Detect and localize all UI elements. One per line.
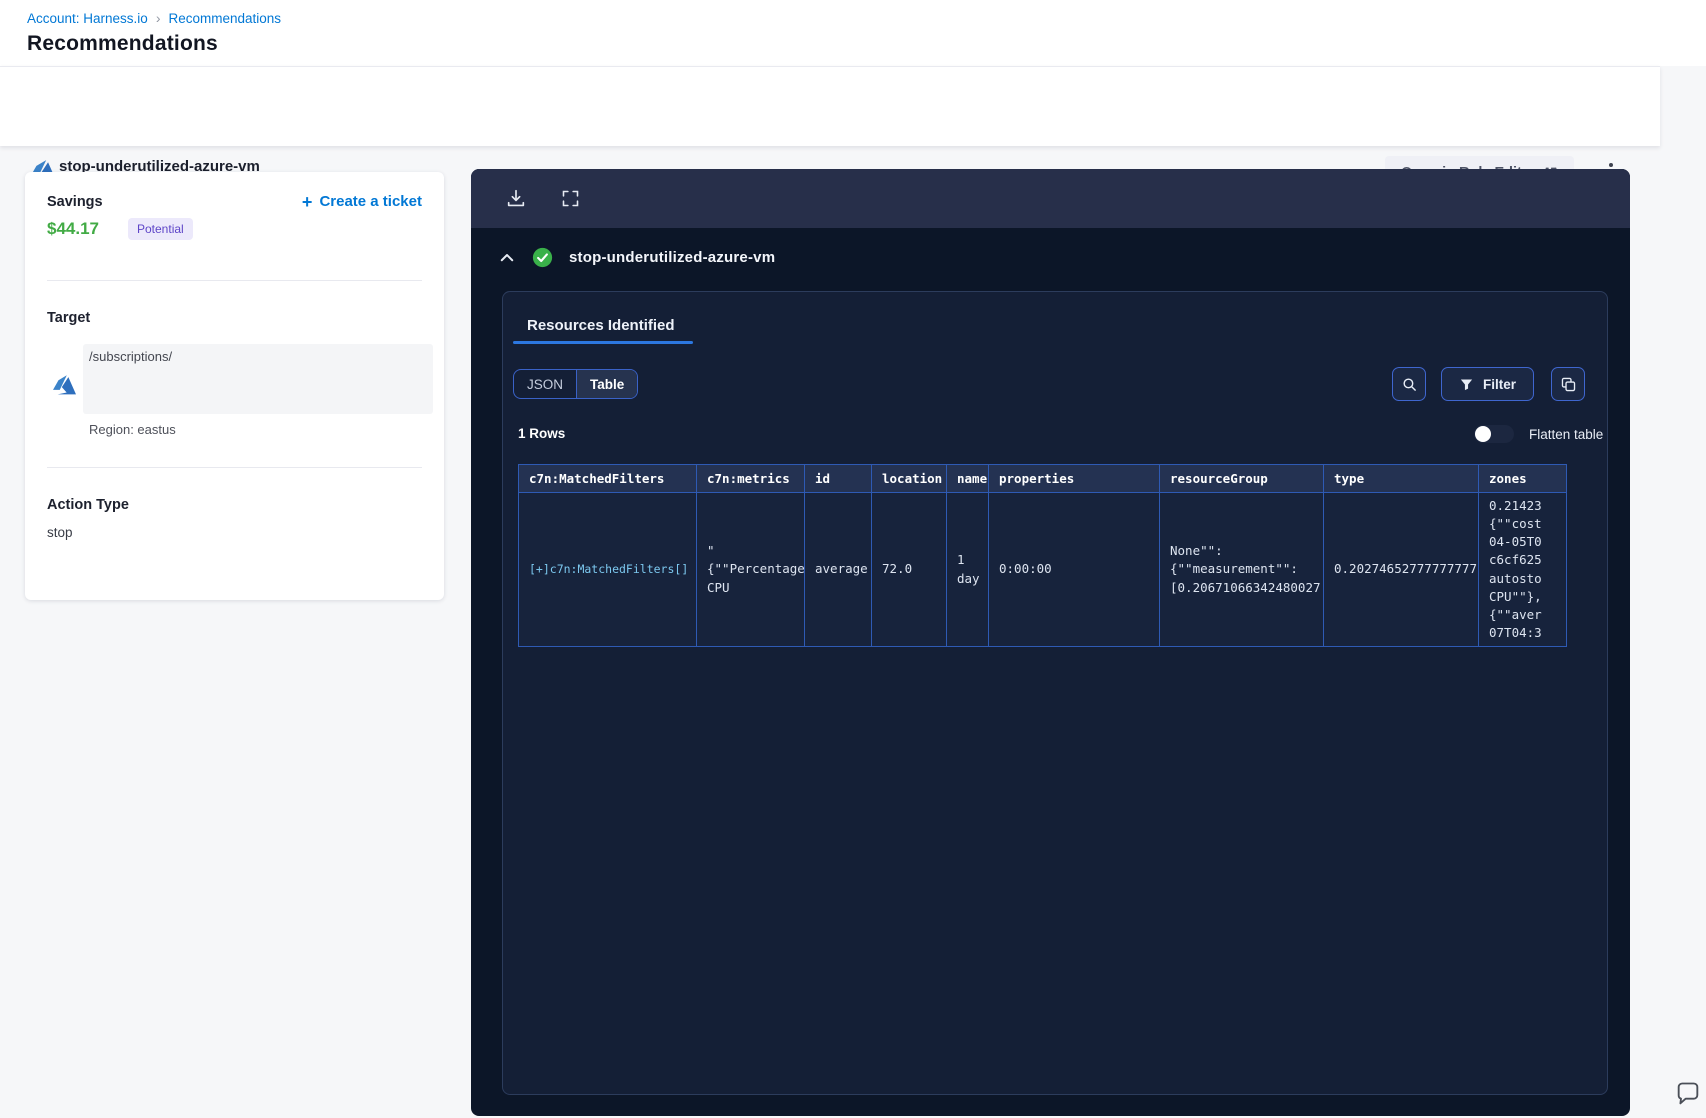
target-label: Target bbox=[47, 310, 91, 326]
action-type-label: Action Type bbox=[47, 497, 129, 513]
feedback-bubble-icon[interactable] bbox=[1674, 1080, 1702, 1108]
page-title: Recommendations bbox=[27, 32, 218, 55]
cell-name: 1 day bbox=[946, 493, 988, 647]
flatten-table-label: Flatten table bbox=[1529, 426, 1604, 442]
funnel-icon bbox=[1459, 377, 1474, 392]
recommendation-header-card: stop-underutilized-azure-vm Last evaluat… bbox=[0, 66, 1660, 191]
fullscreen-icon[interactable] bbox=[560, 188, 581, 209]
potential-badge: Potential bbox=[128, 218, 193, 240]
tab-resources-identified[interactable]: Resources Identified bbox=[527, 317, 675, 334]
top-header: Account: Harness.io › Recommendations Re… bbox=[0, 0, 1706, 66]
target-region: Region: eastus bbox=[89, 422, 176, 437]
cell-location: 72.0 bbox=[871, 493, 946, 647]
resources-card: Resources Identified JSON Table Filter 1… bbox=[502, 291, 1608, 1095]
create-ticket-label: Create a ticket bbox=[319, 193, 422, 210]
cell-id: average bbox=[804, 493, 871, 647]
json-view-button[interactable]: JSON bbox=[514, 370, 576, 398]
panel-title-row: stop-underutilized-azure-vm bbox=[498, 247, 775, 268]
divider bbox=[47, 280, 422, 281]
success-check-icon bbox=[532, 247, 553, 268]
cell-metrics: " {""Percentage CPU bbox=[696, 493, 804, 647]
plus-icon: + bbox=[301, 191, 313, 212]
column-header[interactable]: properties bbox=[988, 464, 1159, 493]
target-path: /subscriptions/ bbox=[89, 349, 173, 364]
rows-count: 1 Rows bbox=[518, 426, 566, 441]
breadcrumb-recommendations-link[interactable]: Recommendations bbox=[168, 11, 281, 26]
view-mode-toggle: JSON Table bbox=[513, 369, 639, 399]
savings-label: Savings bbox=[47, 194, 103, 210]
download-icon[interactable] bbox=[505, 188, 527, 210]
column-header[interactable]: name bbox=[946, 464, 988, 493]
savings-card: Savings + Create a ticket $44.17 Potenti… bbox=[25, 172, 444, 600]
table-view-button[interactable]: Table bbox=[576, 370, 638, 398]
panel-toolbar bbox=[471, 169, 1630, 228]
flatten-table-toggle[interactable] bbox=[1474, 425, 1514, 443]
column-header[interactable]: c7n:metrics bbox=[696, 464, 804, 493]
cell-type: 0.20274652777777777 bbox=[1323, 493, 1478, 647]
filter-button[interactable]: Filter bbox=[1441, 367, 1534, 401]
cell-zones: 0.21423 {""cost 04-05T0 c6cf625 autosto … bbox=[1478, 493, 1566, 647]
table-row: [+]c7n:MatchedFilters[] " {""Percentage … bbox=[518, 493, 1566, 647]
column-header[interactable]: id bbox=[804, 464, 871, 493]
action-type-value: stop bbox=[47, 525, 73, 540]
column-header[interactable]: resourceGroup bbox=[1159, 464, 1323, 493]
savings-amount: $44.17 bbox=[47, 219, 99, 238]
results-panel: stop-underutilized-azure-vm Resources Id… bbox=[471, 169, 1630, 1116]
column-header[interactable]: c7n:MatchedFilters bbox=[518, 464, 696, 493]
matched-filters-expand-link[interactable]: [+]c7n:MatchedFilters[] bbox=[518, 493, 696, 647]
filter-label: Filter bbox=[1482, 376, 1516, 392]
create-ticket-button[interactable]: + Create a ticket bbox=[301, 191, 422, 212]
tab-active-underline bbox=[513, 341, 693, 344]
breadcrumb: Account: Harness.io › Recommendations bbox=[27, 10, 281, 26]
column-header[interactable]: location bbox=[871, 464, 946, 493]
collapse-chevron-icon[interactable] bbox=[498, 249, 516, 267]
divider bbox=[47, 467, 422, 468]
column-header[interactable]: zones bbox=[1478, 464, 1566, 493]
search-icon[interactable] bbox=[1392, 367, 1426, 401]
cell-properties: 0:00:00 bbox=[988, 493, 1159, 647]
column-header[interactable]: type bbox=[1323, 464, 1478, 493]
flatten-table-control: Flatten table bbox=[1474, 425, 1603, 443]
breadcrumb-account-link[interactable]: Account: Harness.io bbox=[27, 11, 148, 26]
cell-resource-group: None"": {""measurement"": [0.20671066342… bbox=[1159, 493, 1323, 647]
copy-icon[interactable] bbox=[1551, 367, 1585, 401]
resources-table: c7n:MatchedFilters c7n:metrics id locati… bbox=[518, 464, 1567, 647]
table-header-row: c7n:MatchedFilters c7n:metrics id locati… bbox=[518, 464, 1566, 493]
panel-title: stop-underutilized-azure-vm bbox=[569, 249, 776, 266]
azure-icon bbox=[53, 375, 76, 395]
breadcrumb-chevron-icon: › bbox=[155, 10, 161, 26]
